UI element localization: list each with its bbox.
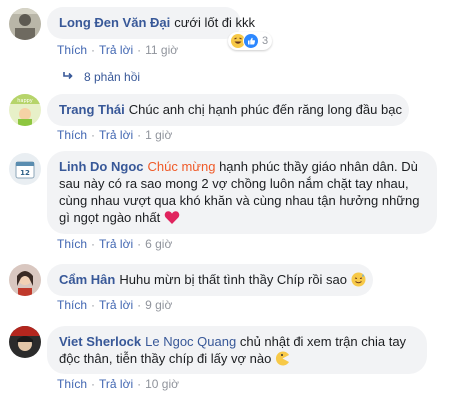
comment-bubble: Viet Sherlock Le Ngoc Quang chủ nhật đi x… <box>47 326 427 374</box>
comment-author[interactable]: Long Đen Văn Đại <box>59 15 170 30</box>
comment-text: Chúc anh chị hạnh phúc đến răng long đầu… <box>128 102 402 117</box>
pacman-icon <box>275 351 290 370</box>
like-link[interactable]: Thích <box>57 237 87 251</box>
reaction-summary[interactable]: 3 <box>228 32 273 50</box>
reply-link[interactable]: Trả lời <box>99 377 133 391</box>
sweat-smile-icon <box>351 272 366 291</box>
reply-link[interactable]: Trả lời <box>99 298 133 312</box>
separator: · <box>137 377 142 391</box>
comment-author[interactable]: Viet Sherlock <box>59 334 141 349</box>
timestamp[interactable]: 11 giờ <box>145 43 178 57</box>
timestamp[interactable]: 1 giờ <box>145 128 172 142</box>
separator: · <box>91 43 96 57</box>
avatar[interactable]: 12 <box>9 153 41 185</box>
comment-text-line: độc thân, tiễn thầy chíp đi lấy vợ nào <box>59 351 272 366</box>
mention-tag[interactable]: Chúc mừng <box>148 159 216 174</box>
timestamp[interactable]: 10 giờ <box>145 377 179 391</box>
comment-text-line: cùng nhau vượt qua khó khăn và cùng nhau… <box>59 193 420 208</box>
separator: · <box>137 128 142 142</box>
separator: · <box>137 237 142 251</box>
comment-actions: Thích · Trả lời · 11 giờ <box>57 43 178 57</box>
avatar[interactable] <box>9 264 41 296</box>
comment-bubble: Long Đen Văn Đại cưới lốt đi kkk <box>47 7 255 39</box>
reply-link[interactable]: Trả lời <box>99 43 133 57</box>
comment-text-line: sau này có ra sao mong 2 vợ chồng luôn n… <box>59 176 409 191</box>
mention-tag[interactable]: Le Ngoc Quang <box>145 334 236 349</box>
separator: · <box>91 237 96 251</box>
avatar[interactable]: happy <box>9 94 41 126</box>
avatar[interactable] <box>9 326 41 358</box>
comment-actions: Thích · Trả lời · 10 giờ <box>57 377 179 391</box>
comment-actions: Thích · Trả lời · 9 giờ <box>57 298 172 312</box>
svg-text:12: 12 <box>20 169 30 177</box>
separator: · <box>137 43 142 57</box>
view-replies-link[interactable]: 8 phản hồi <box>62 70 140 84</box>
comment-actions: Thích · Trả lời · 1 giờ <box>57 128 172 142</box>
reply-link[interactable]: Trả lời <box>99 128 133 142</box>
avatar[interactable] <box>9 8 41 40</box>
comment-bubble: Trang Thái Chúc anh chị hạnh phúc đến răn… <box>47 94 409 126</box>
comment-bubble: Cẩm Hân Huhu mừn bị thất tình thầy Chíp r… <box>47 264 373 296</box>
reply-arrow-icon <box>62 70 74 84</box>
separator: · <box>91 377 96 391</box>
separator: · <box>91 128 96 142</box>
comment-text-line: hạnh phúc thầy giáo nhân dân. Dù <box>219 159 418 174</box>
replies-count: 8 phản hồi <box>84 70 141 84</box>
timestamp[interactable]: 9 giờ <box>145 298 172 312</box>
comment-text: Huhu mừn bị thất tình thầy Chíp rồi sao <box>119 272 348 287</box>
reaction-count: 3 <box>262 35 269 47</box>
like-link[interactable]: Thích <box>57 128 87 142</box>
comment-text-line: gì ngọt ngào nhất <box>59 210 161 225</box>
separator: · <box>91 298 96 312</box>
comment-text-line: chủ nhật đi xem trận chia tay <box>239 334 407 349</box>
comment-text: cưới lốt đi kkk <box>174 15 256 30</box>
svg-text:happy: happy <box>17 98 33 104</box>
like-icon <box>243 33 259 49</box>
heart-icon <box>164 210 180 229</box>
like-link[interactable]: Thích <box>57 377 87 391</box>
comment-bubble: Linh Do Ngoc Chúc mừng hạnh phúc thầy giá… <box>47 151 437 234</box>
comment-author[interactable]: Linh Do Ngoc <box>59 159 144 174</box>
separator: · <box>137 298 142 312</box>
comment-actions: Thích · Trả lời · 6 giờ <box>57 237 172 251</box>
comment-author[interactable]: Trang Thái <box>59 102 125 117</box>
timestamp[interactable]: 6 giờ <box>145 237 172 251</box>
reply-link[interactable]: Trả lời <box>99 237 133 251</box>
comment-author[interactable]: Cẩm Hân <box>59 272 115 287</box>
like-link[interactable]: Thích <box>57 298 87 312</box>
like-link[interactable]: Thích <box>57 43 87 57</box>
